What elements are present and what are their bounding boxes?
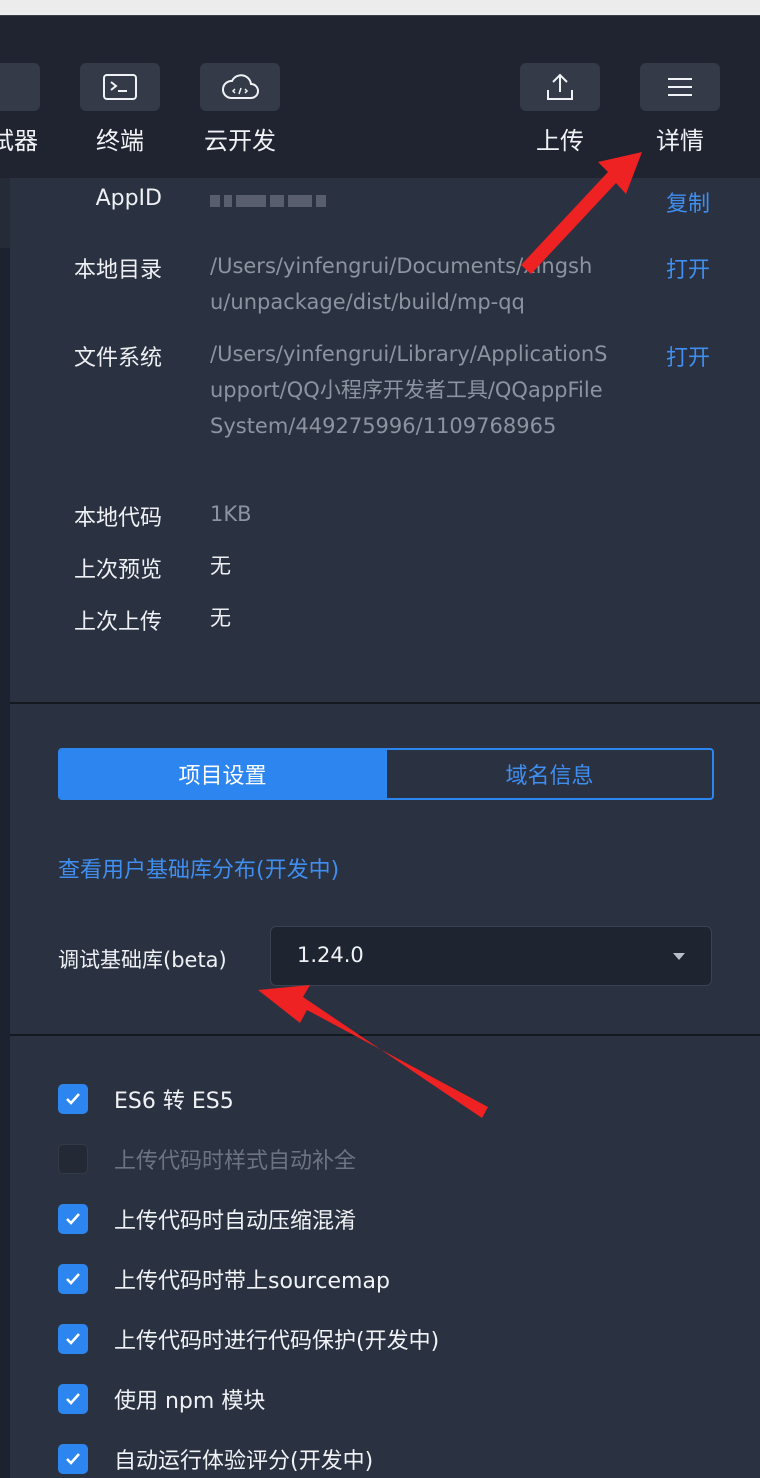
checkbox-unchecked-icon[interactable]: [58, 1144, 88, 1174]
project-settings-panel: 项目设置 域名信息 查看用户基础库分布(开发中) 调试基础库(beta) 1.2…: [10, 704, 760, 1034]
lib-distribution-link[interactable]: 查看用户基础库分布(开发中): [58, 852, 339, 884]
checkbox-checked-icon[interactable]: [58, 1084, 88, 1114]
checkbox-checked-icon[interactable]: [58, 1324, 88, 1354]
settings-tabs: 项目设置 域名信息: [58, 748, 714, 800]
option-code-protect[interactable]: 上传代码时进行代码保护(开发中): [58, 1323, 439, 1355]
local-dir-value: /Users/yinfengrui/Documents/xingshu/unpa…: [210, 254, 593, 314]
last-upload-value: 无: [210, 606, 231, 630]
debugger-icon: [0, 72, 15, 102]
file-system-label: 文件系统: [73, 346, 162, 371]
option-sourcemap[interactable]: 上传代码时带上sourcemap: [58, 1263, 390, 1295]
local-dir-label: 本地目录: [73, 258, 162, 283]
tab-domain-info[interactable]: 域名信息: [385, 750, 712, 798]
debugger-button[interactable]: 试器: [0, 63, 40, 156]
option-npm[interactable]: 使用 npm 模块: [58, 1383, 265, 1415]
menu-icon: [668, 78, 692, 96]
open-local-dir-link[interactable]: 打开: [666, 252, 710, 284]
file-system-value: /Users/yinfengrui/Library/ApplicationSup…: [210, 342, 608, 438]
open-file-system-link[interactable]: 打开: [666, 340, 710, 372]
debug-lib-select[interactable]: 1.24.0: [270, 926, 712, 986]
compile-options-panel: ES6 转 ES5 上传代码时样式自动补全 上传代码时自动压缩混淆 上传代码时带…: [10, 1037, 760, 1478]
upload-icon: [547, 73, 573, 100]
option-label: 上传代码时带上sourcemap: [114, 1269, 390, 1294]
basic-info-panel: AppID 复制 本地目录 /Users/yinfengrui/Document…: [10, 178, 760, 702]
option-label: 使用 npm 模块: [114, 1389, 266, 1414]
terminal-label: 终端: [96, 127, 144, 155]
appid-value-redacted: [210, 182, 610, 219]
chevron-down-icon: [673, 953, 685, 960]
details-button[interactable]: 详情: [640, 63, 720, 156]
option-label: ES6 转 ES5: [114, 1089, 234, 1114]
option-es6-to-es5[interactable]: ES6 转 ES5: [58, 1083, 234, 1115]
debugger-label: 试器: [0, 127, 38, 155]
upload-button[interactable]: 上传: [520, 63, 600, 156]
terminal-button[interactable]: 终端: [80, 63, 160, 156]
left-sidebar-edge: [0, 178, 10, 1478]
cloud-dev-button[interactable]: 云开发: [200, 63, 280, 156]
last-upload-label: 上次上传: [73, 610, 162, 635]
window-top-strip: [0, 0, 760, 15]
details-label: 详情: [656, 127, 704, 155]
copy-appid-link[interactable]: 复制: [666, 186, 710, 218]
code-size-label: 本地代码: [73, 506, 162, 531]
option-label: 上传代码时进行代码保护(开发中): [114, 1329, 440, 1354]
checkbox-checked-icon[interactable]: [58, 1444, 88, 1474]
option-label: 自动运行体验评分(开发中): [114, 1449, 374, 1474]
last-preview-label: 上次预览: [73, 558, 162, 583]
code-size-value: 1KB: [210, 502, 252, 526]
checkbox-checked-icon[interactable]: [58, 1204, 88, 1234]
cloud-code-icon: [222, 74, 259, 99]
option-auto-audit[interactable]: 自动运行体验评分(开发中): [58, 1443, 373, 1475]
option-style-autoprefix[interactable]: 上传代码时样式自动补全: [58, 1143, 356, 1175]
checkbox-checked-icon[interactable]: [58, 1264, 88, 1294]
section-divider: [10, 1034, 760, 1036]
appid-label: AppID: [95, 186, 162, 211]
upload-label: 上传: [536, 127, 584, 155]
tab-project-settings[interactable]: 项目设置: [60, 750, 385, 798]
terminal-icon: [103, 74, 137, 100]
last-preview-value: 无: [210, 554, 231, 578]
option-minify[interactable]: 上传代码时自动压缩混淆: [58, 1203, 356, 1235]
debug-lib-label: 调试基础库(beta): [58, 948, 227, 972]
checkbox-checked-icon[interactable]: [58, 1384, 88, 1414]
option-label: 上传代码时样式自动补全: [114, 1149, 357, 1174]
option-label: 上传代码时自动压缩混淆: [114, 1209, 357, 1234]
cloud-dev-label: 云开发: [204, 127, 276, 155]
debug-lib-value: 1.24.0: [297, 943, 364, 967]
toolbar: 试器 终端 云开发 上传 详情: [0, 15, 760, 179]
